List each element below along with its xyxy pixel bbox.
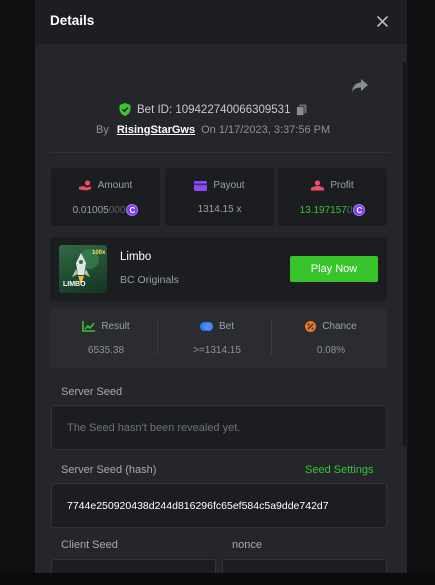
server-seed-hash-field[interactable]: 7744e250920438d244d816296fc65ef584c5a9dd… <box>51 483 387 528</box>
backdrop-right <box>407 0 435 585</box>
profit-label: Profit <box>330 180 354 191</box>
result-column: Result 6535.38 <box>50 309 162 368</box>
chance-value: 0.08% <box>316 345 346 356</box>
seed-settings-link[interactable]: Seed Settings <box>305 464 374 476</box>
username-link[interactable]: RisingStarGws <box>117 124 195 136</box>
bet-byline: By RisingStarGws On 1/17/2023, 3:37:56 PM <box>96 124 330 136</box>
server-seed-hash-label: Server Seed (hash) <box>61 464 157 476</box>
bet-label: Bet <box>218 321 234 332</box>
server-seed-label: Server Seed <box>61 386 123 398</box>
profit-value: 13.197157 <box>299 204 347 216</box>
game-name: Limbo <box>120 251 152 263</box>
chance-label: Chance <box>322 321 357 332</box>
bet-icon <box>199 322 213 331</box>
separator <box>271 321 272 355</box>
server-seed-hash-value: 7744e250920438d244d816296fc65ef584c5a9dd… <box>67 500 329 512</box>
bcd-coin-icon: C <box>126 204 139 216</box>
shield-check-icon <box>119 103 131 116</box>
limbo-thumbnail[interactable]: 100x LIMBO <box>59 245 107 293</box>
nonce-field[interactable] <box>222 559 387 573</box>
amount-card: Amount 0.01005 000 C <box>51 168 160 226</box>
backdrop-bottom <box>0 573 435 585</box>
scrollbar[interactable] <box>403 62 406 447</box>
bet-id-text: Bet ID: 109422740066309531 <box>137 103 291 116</box>
game-provider: BC Originals <box>120 274 179 286</box>
share-icon[interactable] <box>351 78 371 96</box>
nonce-label: nonce <box>232 539 262 551</box>
thumb-badge: 100x <box>92 250 106 256</box>
card-icon <box>194 180 208 191</box>
modal-header: Details <box>35 0 407 44</box>
amount-value-dim: 000 <box>108 204 126 216</box>
bet-value: >=1314.15 <box>193 345 241 356</box>
copy-icon[interactable] <box>296 104 307 116</box>
bcd-coin-icon: C <box>353 204 366 216</box>
close-icon[interactable] <box>371 10 393 32</box>
bet-id: Bet ID: 109422740066309531 <box>119 103 307 116</box>
percent-icon <box>305 321 317 332</box>
profit-card: Profit 13.197157 0 C <box>278 168 387 226</box>
amount-value: 0.01005 <box>72 204 109 216</box>
game-card: 100x LIMBO Limbo BC Originals Play Now <box>50 237 387 301</box>
result-panel: Result 6535.38 Bet >=1314.15 Chance 0.08… <box>50 309 387 368</box>
result-value: 6535.38 <box>87 345 125 356</box>
play-now-button[interactable]: Play Now <box>290 256 378 282</box>
profit-icon <box>311 180 325 191</box>
separator <box>157 321 158 355</box>
server-seed-field[interactable]: The Seed hasn't been revealed yet. <box>51 405 387 450</box>
client-seed-field[interactable] <box>51 559 216 573</box>
chance-column: Chance 0.08% <box>275 309 387 368</box>
payout-label: Payout <box>213 180 245 191</box>
payout-value: 1314.15 x <box>197 204 242 215</box>
bet-date: On 1/17/2023, 3:37:56 PM <box>201 124 331 136</box>
modal-title: Details <box>50 13 95 28</box>
chart-icon <box>82 321 96 332</box>
bet-details-modal: Details Bet ID: 109422740066309531 By Ris… <box>35 0 407 573</box>
by-label: By <box>96 124 109 136</box>
backdrop-left <box>0 0 35 585</box>
payout-card: Payout 1314.15 x <box>165 168 274 226</box>
coins-hand-icon <box>78 180 91 191</box>
client-seed-label: Client Seed <box>61 539 118 551</box>
profit-value-dim: 0 <box>346 204 353 216</box>
result-label: Result <box>101 321 130 332</box>
bet-column: Bet >=1314.15 <box>161 309 273 368</box>
divider <box>50 152 390 153</box>
thumb-title: LIMBO <box>63 281 86 288</box>
server-seed-value: The Seed hasn't been revealed yet. <box>67 422 241 434</box>
amount-label: Amount <box>97 180 133 191</box>
